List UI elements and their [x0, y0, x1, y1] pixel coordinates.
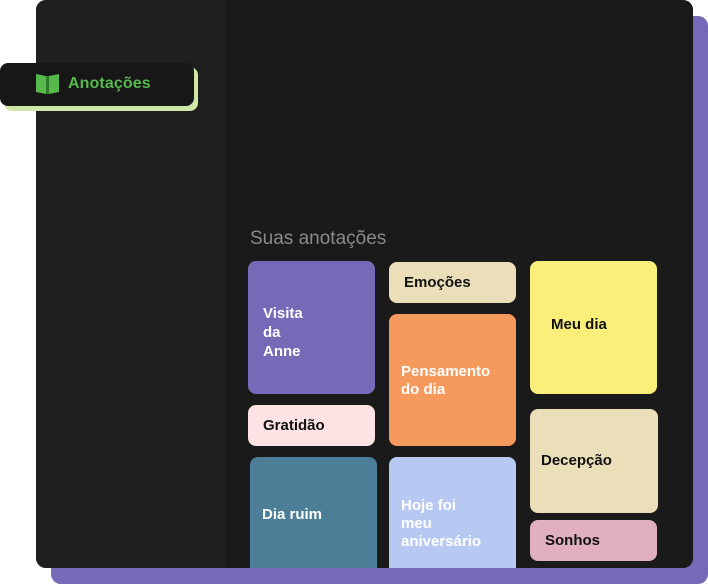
note-card-label: Emoções	[404, 274, 471, 291]
note-card-label: Visita da Anne	[263, 305, 303, 360]
nav-item-label: Anotações	[68, 75, 151, 92]
note-card-hoje-foi-meu-aniversario[interactable]: Hoje foi meu aniversário	[389, 457, 516, 568]
note-card-sonhos[interactable]: Sonhos	[530, 520, 657, 561]
note-card-visita-da-anne[interactable]: Visita da Anne	[248, 261, 375, 394]
note-card-label: Hoje foi meu aniversário	[401, 497, 482, 550]
note-card-meu-dia[interactable]: Meu dia	[530, 261, 657, 394]
note-card-label: Pensamento do dia	[401, 363, 491, 398]
note-card-emocoes[interactable]: Emoções	[389, 262, 516, 303]
book-icon	[36, 74, 59, 94]
note-card-label: Dia ruim	[262, 506, 323, 523]
nav-item-anotacoes[interactable]: Anotações	[0, 63, 194, 106]
note-card-label: Meu dia	[551, 316, 607, 333]
note-card-label: Gratidão	[263, 417, 325, 434]
stage: Anotações Suas anotações Visita da Anne …	[0, 0, 708, 584]
section-title: Suas anotações	[250, 228, 387, 249]
note-card-dia-ruim[interactable]: Dia ruim	[250, 457, 377, 568]
note-card-label: Sonhos	[545, 532, 600, 549]
note-card-decepcao[interactable]: Decepção	[530, 409, 658, 513]
note-card-pensamento-do-dia[interactable]: Pensamento do dia	[389, 314, 516, 446]
note-card-label: Decepção	[541, 452, 612, 469]
note-card-gratidao[interactable]: Gratidão	[248, 405, 375, 446]
